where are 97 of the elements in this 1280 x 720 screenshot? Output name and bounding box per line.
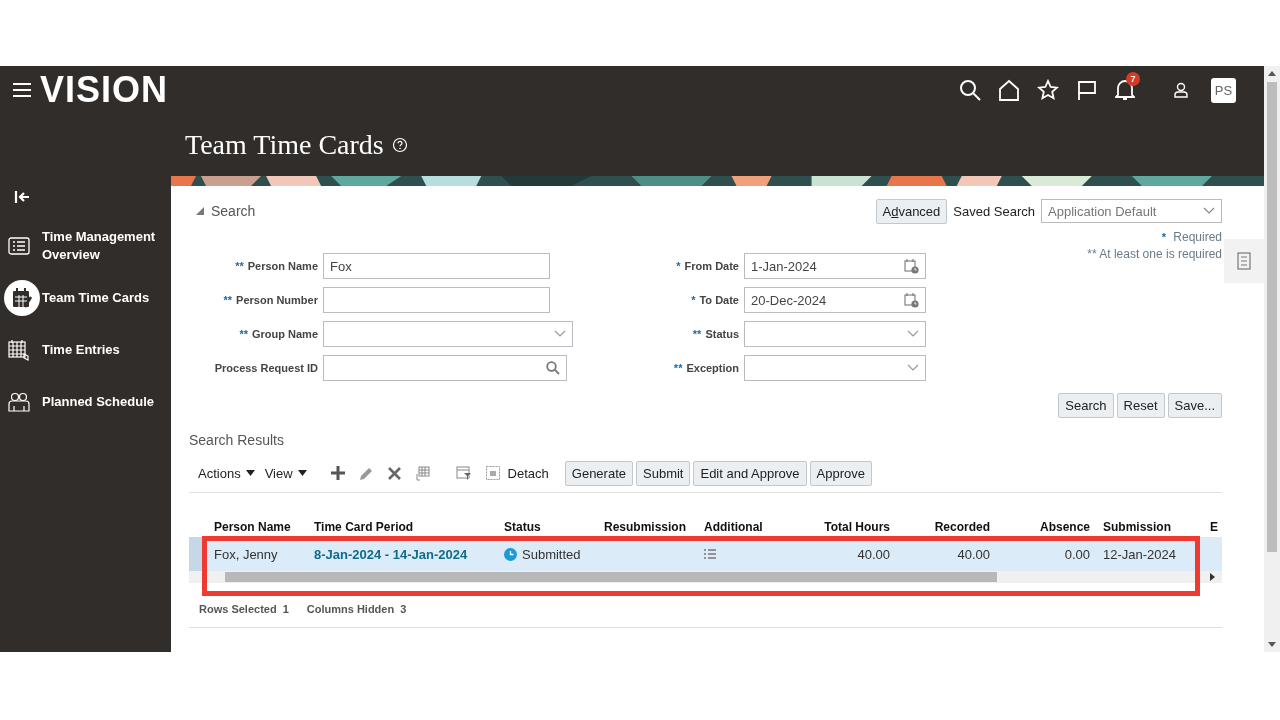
calendar-grid-icon bbox=[8, 339, 30, 361]
field-label: ** Exception bbox=[672, 362, 739, 374]
table-cell-text: 12-Jan-2024 bbox=[1102, 546, 1177, 562]
section-title: Search bbox=[211, 203, 256, 219]
advanced-button[interactable]: Advanced bbox=[875, 198, 948, 224]
field-label: Process Request ID bbox=[213, 362, 318, 374]
detach-button[interactable]: Detach bbox=[485, 465, 549, 481]
required-note: * Required bbox=[1161, 229, 1222, 246]
notification-badge: 7 bbox=[1126, 72, 1140, 86]
sidebar-item[interactable]: Planned Schedule bbox=[0, 384, 171, 420]
input-field[interactable] bbox=[323, 287, 550, 313]
document-icon bbox=[1237, 252, 1251, 270]
column-header[interactable]: Resubmission bbox=[595, 520, 695, 534]
detach-icon bbox=[485, 466, 500, 480]
form-button[interactable]: Search bbox=[1058, 393, 1114, 418]
dropdown-field[interactable] bbox=[744, 355, 926, 381]
chevron-icon bbox=[907, 364, 919, 372]
field-label: ** Person Number bbox=[222, 294, 318, 306]
column-header[interactable]: E bbox=[1206, 520, 1222, 534]
calendar-icon[interactable] bbox=[904, 292, 919, 308]
status-text: Submitted bbox=[522, 546, 581, 562]
caret-icon bbox=[297, 470, 307, 476]
delete-icon[interactable] bbox=[387, 466, 401, 480]
action-button[interactable]: Approve bbox=[809, 460, 872, 486]
action-button[interactable]: Generate bbox=[564, 460, 633, 486]
menu-button[interactable]: View bbox=[264, 465, 307, 481]
user-avatar[interactable]: PS bbox=[1211, 77, 1236, 103]
table-cell-text: 40.00 bbox=[856, 546, 891, 562]
action-button[interactable]: Edit and Approve bbox=[693, 460, 807, 486]
filter-icon[interactable] bbox=[455, 465, 472, 481]
sidebar-item[interactable]: Time Management Overview bbox=[0, 228, 171, 264]
sidebar-item[interactable]: Team Time Cards bbox=[0, 280, 171, 316]
scroll-down-icon[interactable] bbox=[1268, 642, 1276, 647]
table-cell-text: Fox, Jenny bbox=[213, 546, 279, 562]
flag-icon[interactable] bbox=[1076, 79, 1098, 101]
caret-icon bbox=[245, 470, 255, 476]
column-header[interactable]: Time Card Period bbox=[305, 520, 495, 534]
rows-selected-label: Rows Selected bbox=[199, 603, 277, 615]
logo[interactable]: VISION bbox=[40, 70, 169, 110]
required-note: ** At least one is required bbox=[1087, 246, 1222, 263]
date-field[interactable]: 20-Dec-2024 bbox=[744, 287, 926, 313]
rows-selected-count: 1 bbox=[282, 603, 289, 615]
person-icon[interactable] bbox=[1174, 82, 1188, 98]
edit-icon[interactable] bbox=[358, 465, 374, 481]
chevron-icon bbox=[554, 330, 566, 338]
add-icon[interactable] bbox=[330, 466, 345, 480]
table-cell-text: 40.00 bbox=[956, 546, 991, 562]
table-icon[interactable] bbox=[414, 465, 430, 481]
column-header[interactable]: Additional bbox=[695, 520, 790, 534]
page-title: Team Time Cards bbox=[185, 129, 384, 161]
collapse-icon[interactable] bbox=[14, 190, 30, 204]
scroll-up-icon[interactable] bbox=[1268, 71, 1276, 76]
help-icon[interactable] bbox=[391, 137, 408, 153]
column-header[interactable]: Person Name bbox=[205, 520, 305, 534]
table-cell-text: 0.00 bbox=[1063, 546, 1091, 562]
section-title: Search Results bbox=[189, 432, 285, 448]
column-header[interactable]: Recorded bbox=[894, 520, 994, 534]
list-icon bbox=[8, 237, 30, 255]
sidebar-item[interactable]: Time Entries bbox=[0, 332, 171, 368]
date-field[interactable]: 1-Jan-2024 bbox=[744, 253, 926, 279]
home-icon[interactable] bbox=[998, 79, 1020, 101]
star-icon[interactable] bbox=[1037, 79, 1059, 101]
field-label: ** Person Name bbox=[234, 260, 318, 272]
menu-icon[interactable] bbox=[12, 82, 32, 98]
column-header[interactable]: Absence bbox=[994, 520, 1094, 534]
clock-icon bbox=[504, 547, 517, 561]
field-label: ** Group Name bbox=[238, 328, 318, 340]
search-icon[interactable] bbox=[959, 79, 981, 101]
calendar-icon bbox=[11, 287, 33, 309]
input-field[interactable]: Fox bbox=[323, 253, 550, 279]
dropdown-field[interactable] bbox=[744, 321, 926, 347]
vertical-scrollbar[interactable] bbox=[1264, 66, 1280, 652]
chevron-icon bbox=[1203, 207, 1215, 215]
columns-hidden-label: Columns Hidden bbox=[306, 603, 395, 615]
disclosure-icon[interactable] bbox=[195, 206, 205, 216]
search-field[interactable] bbox=[323, 355, 567, 381]
list-icon[interactable] bbox=[704, 548, 716, 559]
form-button[interactable]: Save... bbox=[1167, 393, 1222, 418]
people-icon bbox=[7, 392, 31, 412]
field-label: ** Status bbox=[691, 328, 739, 340]
form-button[interactable]: Reset bbox=[1116, 393, 1165, 418]
field-label: * From Date bbox=[675, 260, 739, 272]
column-header[interactable]: Status bbox=[495, 520, 595, 534]
scroll-right-icon[interactable] bbox=[1210, 573, 1216, 581]
column-header[interactable]: Total Hours bbox=[790, 520, 894, 534]
column-header[interactable]: Submission bbox=[1094, 520, 1206, 534]
action-button[interactable]: Submit bbox=[636, 460, 691, 486]
period-link[interactable]: 8-Jan-2024 - 14-Jan-2024 bbox=[314, 546, 468, 562]
chevron-icon bbox=[907, 330, 919, 338]
saved-search-dropdown[interactable]: Application Default bbox=[1041, 199, 1222, 223]
field-label: * To Date bbox=[690, 294, 739, 306]
dropdown-field[interactable] bbox=[323, 321, 573, 347]
field-label: Saved Search bbox=[953, 203, 1035, 219]
horizontal-scrollbar[interactable] bbox=[189, 571, 1222, 583]
calendar-icon[interactable] bbox=[904, 258, 919, 274]
menu-button[interactable]: Actions bbox=[198, 465, 255, 481]
columns-hidden-count: 3 bbox=[400, 603, 407, 615]
